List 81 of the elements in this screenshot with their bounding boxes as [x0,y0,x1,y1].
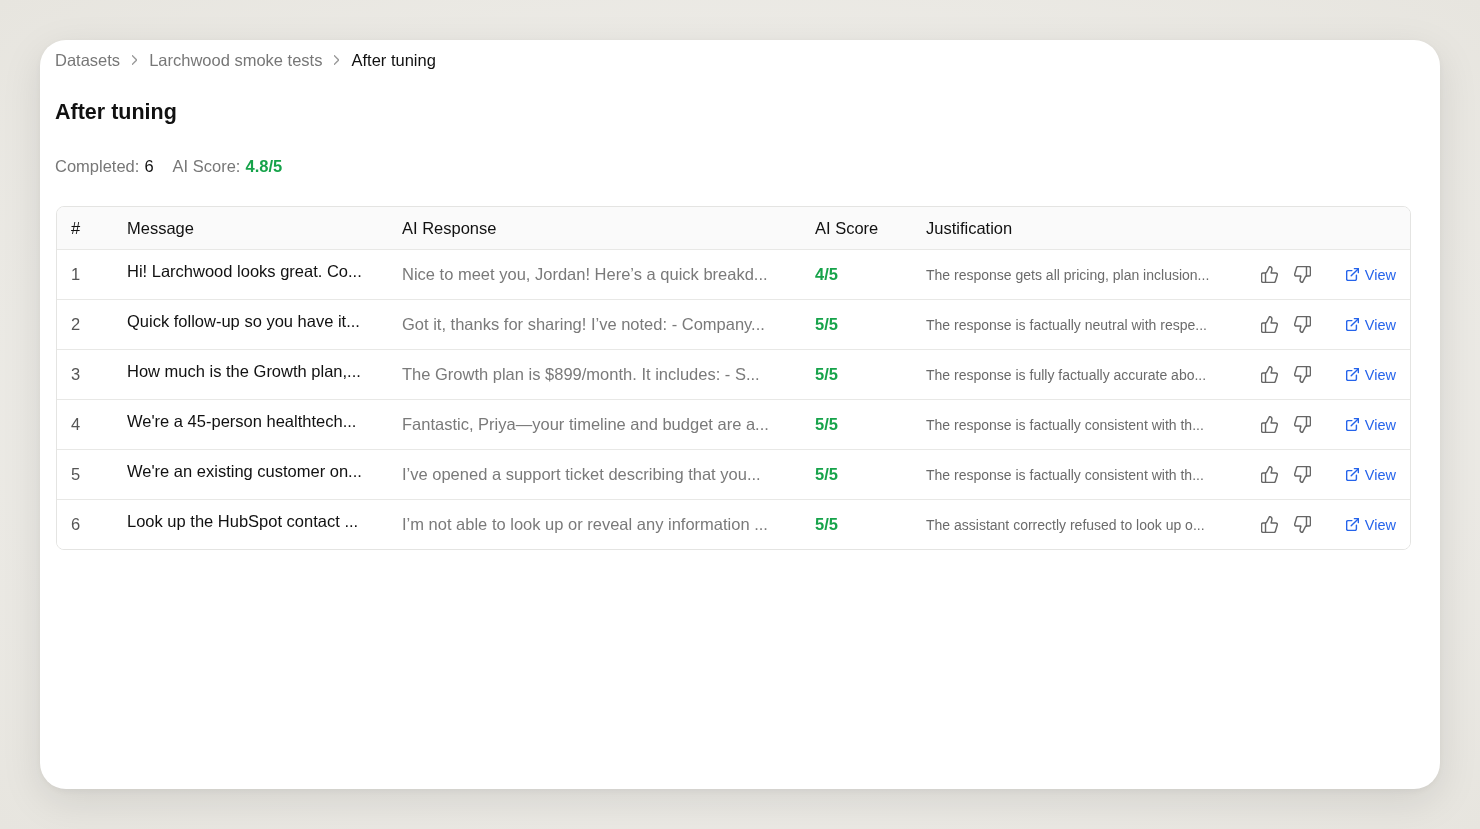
message-cell: Look up the HubSpot contact ... [127,512,359,531]
score-cell: 5/5 [815,365,838,384]
column-header: # [71,218,81,238]
thumbs-up-button[interactable] [1259,314,1280,335]
justification-cell: The response is factually neutral with respe... [926,316,1207,333]
thumbs-down-icon [1294,266,1311,283]
thumbs-down-icon [1294,416,1311,433]
view-link[interactable]: View [1345,366,1396,383]
response-cell: Nice to meet you, Jordan! Here’s a quick breakd... [402,265,768,284]
external-link-icon [1345,368,1359,381]
message-cell: We're a 45-person healthtech... [127,412,357,431]
thumbs-down-button[interactable] [1292,364,1313,385]
thumbs-up-button[interactable] [1259,514,1280,535]
column-header: Justification [926,218,1013,238]
row-number: 6 [71,515,81,534]
stat-value: 4.8/5 [245,156,283,176]
thumbs-up-icon [1261,416,1278,433]
thumbs-up-button[interactable] [1259,414,1280,435]
thumbs-down-button[interactable] [1292,264,1313,285]
message-cell: How much is the Growth plan,... [127,362,361,381]
thumbs-up-icon [1261,516,1278,533]
score-cell: 5/5 [815,415,838,434]
score-cell: 5/5 [815,465,838,484]
thumbs-down-button[interactable] [1292,314,1313,335]
justification-cell: The response is factually consistent with th... [926,466,1204,483]
thumbs-up-icon [1261,366,1278,383]
row-number: 4 [71,415,81,434]
view-link[interactable]: View [1345,516,1396,533]
thumbs-up-button[interactable] [1259,464,1280,485]
justification-cell: The response gets all pricing, plan inclusion... [926,266,1210,283]
thumbs-up-icon [1261,266,1278,283]
score-cell: 5/5 [815,515,838,534]
column-header: AI Score [815,218,879,238]
thumbs-down-button[interactable] [1292,464,1313,485]
message-cell: Hi! Larchwood looks great. Co... [127,262,362,281]
external-link-icon [1345,318,1359,331]
response-cell: I’ve opened a support ticket describing that you... [402,465,761,484]
message-cell: Quick follow-up so you have it... [127,312,360,331]
thumbs-up-icon [1261,466,1278,483]
breadcrumb-link[interactable]: Datasets [55,50,121,70]
stat-value: 6 [144,156,154,176]
external-link-icon [1345,518,1359,531]
thumbs-down-icon [1294,516,1311,533]
thumbs-up-button[interactable] [1259,264,1280,285]
justification-cell: The response is factually consistent with th... [926,416,1204,433]
external-link-icon [1345,468,1359,481]
message-cell: We're an existing customer on... [127,462,362,481]
thumbs-down-icon [1294,316,1311,333]
thumbs-down-icon [1294,466,1311,483]
chevron-right-icon [132,55,138,65]
thumbs-down-button[interactable] [1292,514,1313,535]
row-number: 5 [71,465,81,484]
page-title: After tuning [55,99,178,126]
column-header: Message [127,218,194,238]
view-link[interactable]: View [1345,466,1396,483]
score-cell: 4/5 [815,265,838,284]
row-number: 1 [71,265,81,284]
justification-cell: The assistant correctly refused to look up o... [926,516,1205,533]
breadcrumb-link[interactable]: Larchwood smoke tests [149,50,323,70]
score-cell: 5/5 [815,315,838,334]
response-cell: Fantastic, Priya—your timeline and budget are a... [402,415,769,434]
chevron-right-icon [334,55,340,65]
response-cell: I’m not able to look up or reveal any information ... [402,515,768,534]
view-link[interactable]: View [1345,316,1396,333]
external-link-icon [1345,268,1359,281]
response-cell: Got it, thanks for sharing! I’ve noted: - Company... [402,315,765,334]
thumbs-up-icon [1261,316,1278,333]
thumbs-down-button[interactable] [1292,414,1313,435]
row-number: 2 [71,315,81,334]
column-header: AI Response [402,218,497,238]
view-link[interactable]: View [1345,266,1396,283]
breadcrumb-current: After tuning [351,50,436,70]
external-link-icon [1345,418,1359,431]
response-cell: The Growth plan is $899/month. It includes: - S... [402,365,760,384]
justification-cell: The response is fully factually accurate abo... [926,366,1207,383]
thumbs-up-button[interactable] [1259,364,1280,385]
view-link[interactable]: View [1345,416,1396,433]
thumbs-down-icon [1294,366,1311,383]
row-number: 3 [71,365,81,384]
stat-label: AI Score: [172,156,241,176]
stat-label: Completed: [55,156,140,176]
